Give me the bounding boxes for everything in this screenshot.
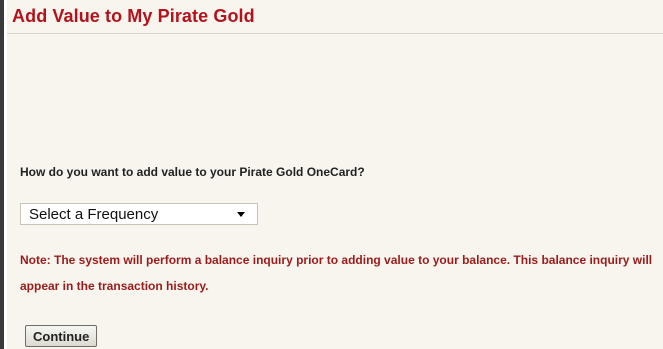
page: Add Value to My Pirate Gold How do you w… (0, 0, 663, 349)
question-text: How do you want to add value to your Pir… (20, 165, 365, 179)
continue-button[interactable]: Continue (25, 325, 98, 347)
title-divider (7, 33, 663, 34)
page-title: Add Value to My Pirate Gold (12, 6, 255, 26)
chevron-down-icon (237, 212, 245, 217)
frequency-select[interactable]: Select a Frequency (20, 203, 258, 225)
frequency-select-value: Select a Frequency (29, 206, 159, 223)
balance-inquiry-note: Note: The system will perform a balance … (20, 253, 653, 293)
left-border (0, 0, 4, 349)
